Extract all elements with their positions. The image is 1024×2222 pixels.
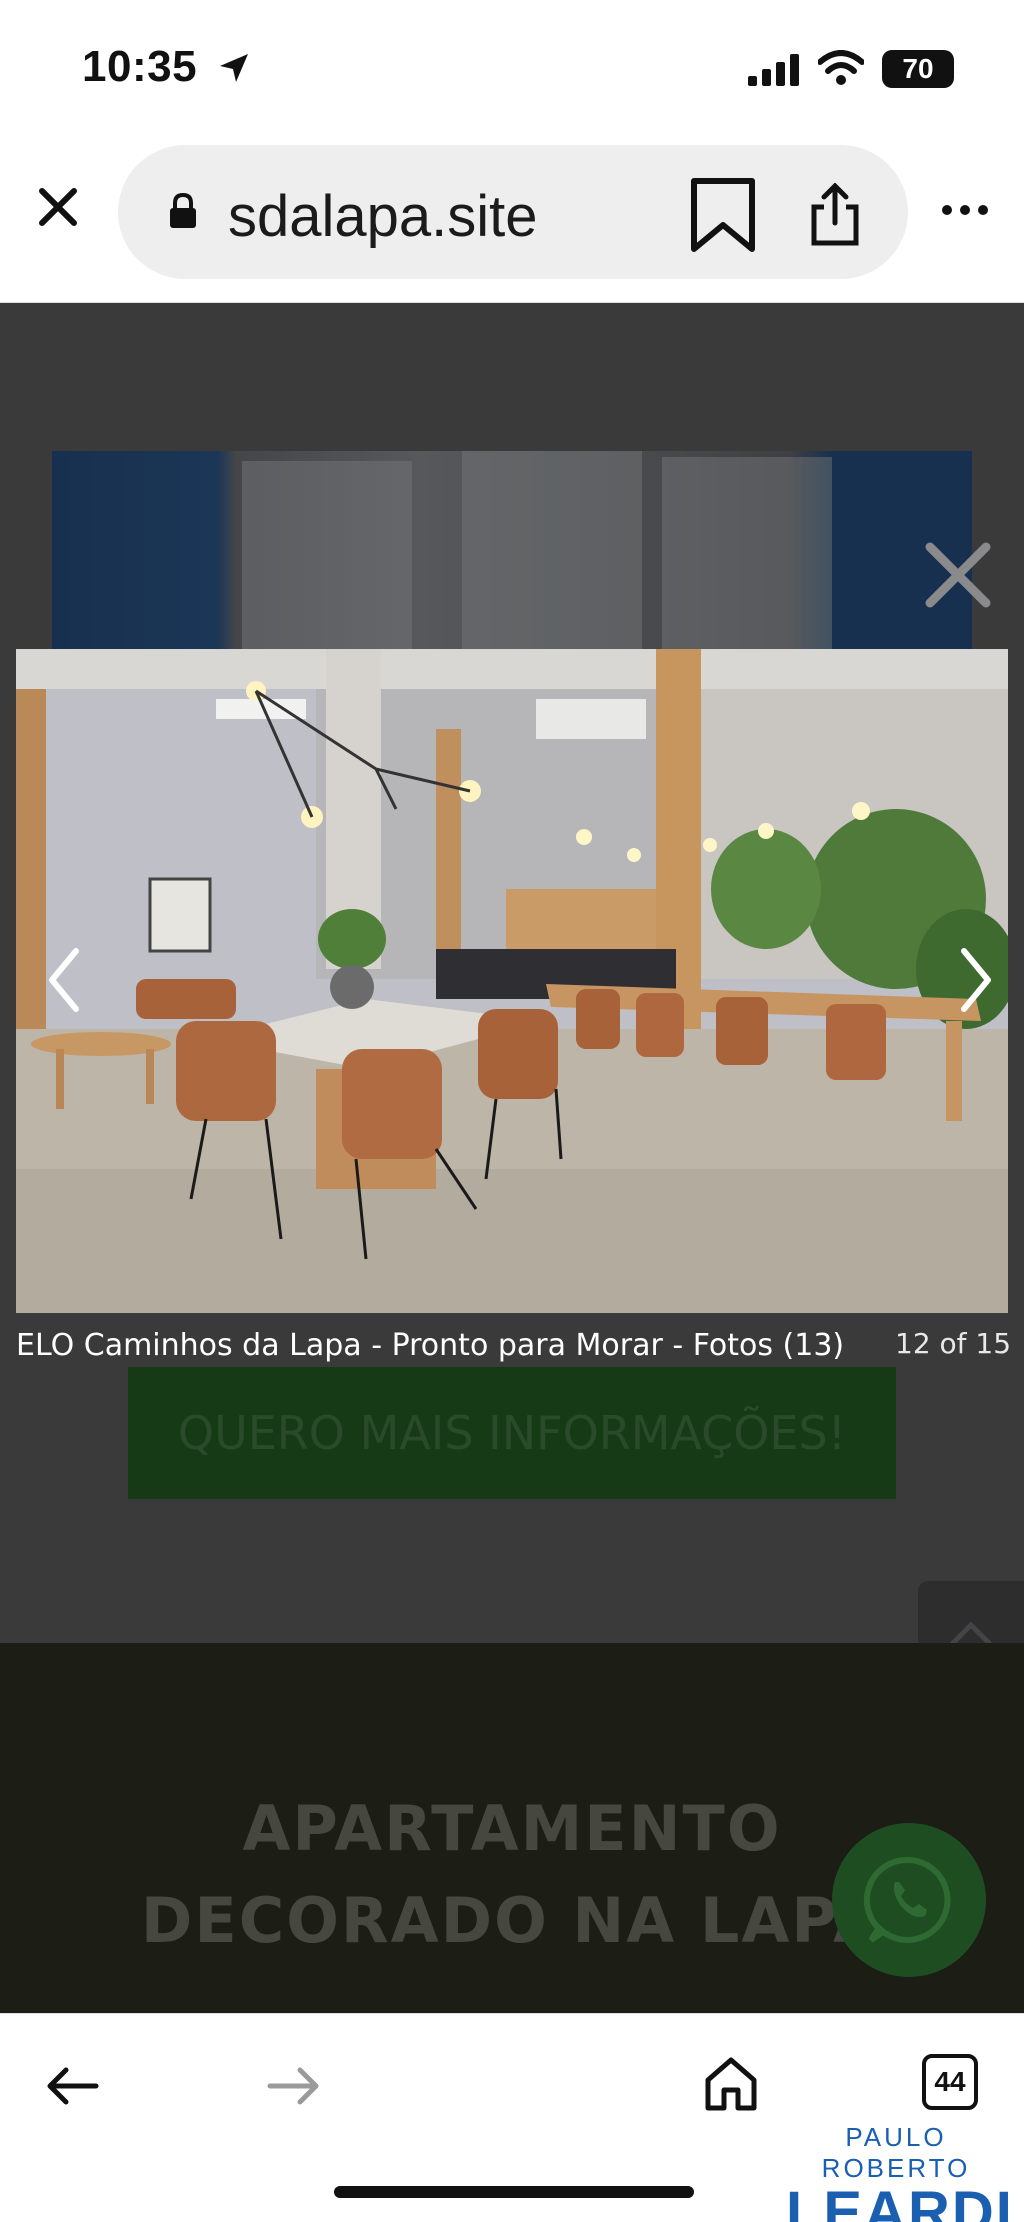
whatsapp-icon: [863, 1856, 951, 1943]
web-page-overlay: QUERO MAIS INFORMAÇÕES! ELO Caminhos da …: [0, 303, 1024, 2013]
lounge-photo-illustration: [16, 649, 1008, 1313]
url-domain: sdalapa.site: [228, 184, 538, 249]
more-info-button[interactable]: QUERO MAIS INFORMAÇÕES!: [128, 1367, 896, 1499]
chevron-left-icon[interactable]: [44, 945, 84, 1015]
signal-icon: [748, 54, 799, 86]
gallery-photo: [16, 649, 1008, 1313]
watermark-logo: PAULO ROBERTO LEARDI: [786, 2122, 1014, 2222]
browser-url-row: sdalapa.site: [0, 135, 1024, 303]
status-time: 10:35: [82, 42, 198, 91]
wifi-icon: [818, 50, 864, 85]
tabs-icon[interactable]: 44: [922, 2054, 978, 2110]
address-bar[interactable]: sdalapa.site: [118, 145, 908, 279]
lightbox-counter: 12 of 15: [895, 1327, 1012, 1360]
more-icon[interactable]: [940, 203, 990, 217]
location-arrow-icon: [220, 54, 248, 82]
share-icon[interactable]: [808, 183, 862, 247]
battery-icon: 70: [882, 50, 954, 88]
close-icon[interactable]: [30, 179, 86, 235]
lock-icon: [170, 193, 196, 228]
chevron-right-icon[interactable]: [956, 945, 996, 1015]
lightbox-caption: ELO Caminhos da Lapa - Pronto para Morar…: [16, 1328, 845, 1363]
home-indicator: [334, 2186, 694, 2198]
bookmark-icon[interactable]: [688, 177, 758, 253]
whatsapp-button[interactable]: [832, 1823, 986, 1977]
watermark-top: PAULO ROBERTO: [821, 2122, 971, 2183]
forward-arrow-icon[interactable]: [266, 2064, 322, 2108]
hero-image: [52, 451, 972, 651]
status-bar: 10:35 70: [0, 0, 1024, 135]
decorated-apartment-banner: APARTAMENTO DECORADO NA LAPA: [0, 1643, 1024, 2013]
back-arrow-icon[interactable]: [44, 2064, 100, 2108]
home-icon[interactable]: [702, 2054, 760, 2112]
lightbox-close-icon[interactable]: [918, 535, 998, 615]
watermark-main: LEARDI: [786, 2180, 1014, 2222]
